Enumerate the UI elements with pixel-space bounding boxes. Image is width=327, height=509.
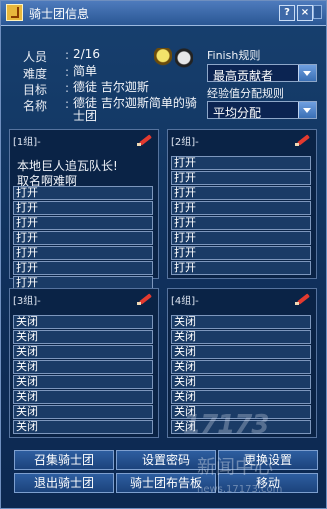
exp-rule-selected: 平均分配 [213, 106, 262, 120]
set-password-button[interactable]: 设置密码 [116, 450, 216, 470]
member-slot[interactable]: 打开 [13, 201, 153, 215]
name-label: 名称 [23, 99, 48, 113]
member-slot[interactable]: 打开 [171, 156, 311, 170]
member-slot[interactable]: 打开 [171, 246, 311, 260]
colon: : [65, 97, 70, 111]
group-panel-2: [2组]- 打开 打开 打开 打开 打开 打开 打开 打开 [167, 129, 317, 279]
leader-badge-icon [154, 48, 172, 70]
name-value: 德徒 吉尔迦斯简单的骑士团 [73, 96, 197, 123]
slot-list: 打开 打开 打开 打开 打开 打开 打开 [13, 186, 153, 291]
member-slot[interactable]: 关闭 [171, 345, 311, 359]
member-slot[interactable]: 关闭 [13, 360, 153, 374]
member-slot[interactable]: 打开 [13, 261, 153, 275]
chevron-down-icon[interactable] [298, 65, 316, 81]
finish-rule-label: Finish规则 [207, 49, 261, 62]
slot-list: 打开 打开 打开 打开 打开 打开 打开 打开 [171, 156, 311, 276]
member-slot[interactable]: 关闭 [13, 345, 153, 359]
group-panel-4: [4组]- 关闭 关闭 关闭 关闭 关闭 关闭 关闭 关闭 [167, 288, 317, 438]
colon: : [65, 81, 70, 95]
close-button[interactable]: × [297, 5, 313, 21]
pencil-edit-icon[interactable] [136, 292, 154, 306]
member-badge-icon [175, 48, 193, 70]
title-bar[interactable]: 骑士团信息 ? × [1, 1, 326, 26]
move-button[interactable]: 移动 [218, 473, 318, 493]
member-slot[interactable]: 关闭 [171, 315, 311, 329]
pencil-edit-icon[interactable] [294, 133, 312, 147]
member-slot[interactable]: 打开 [13, 231, 153, 245]
member-slot[interactable]: 打开 [171, 261, 311, 275]
order-board-button[interactable]: 骑士团布告板 [116, 473, 216, 493]
group-header: [4组]- [171, 296, 199, 307]
member-slot[interactable]: 打开 [171, 186, 311, 200]
member-slot[interactable]: 打开 [171, 201, 311, 215]
exp-rule-select[interactable]: 平均分配 [207, 101, 317, 120]
colon: : [65, 65, 70, 79]
member-slot[interactable]: 打开 [13, 246, 153, 260]
group-panel-3: [3组]- 关闭 关闭 关闭 关闭 关闭 关闭 关闭 关闭 [9, 288, 159, 438]
group-header: [2组]- [171, 137, 199, 148]
pencil-edit-icon[interactable] [294, 292, 312, 306]
help-button[interactable]: ? [279, 5, 295, 21]
target-label: 目标 [23, 83, 48, 97]
exp-rule-label: 经验值分配规则 [207, 87, 284, 100]
summon-order-button[interactable]: 召集骑士团 [14, 450, 114, 470]
slot-list: 关闭 关闭 关闭 关闭 关闭 关闭 关闭 关闭 [13, 315, 153, 435]
member-slot[interactable]: 关闭 [171, 390, 311, 404]
group-header: [3组]- [13, 296, 41, 307]
change-settings-button[interactable]: 更换设置 [218, 450, 318, 470]
member-slot[interactable]: 打开 [13, 216, 153, 230]
member-slot[interactable]: 打开 [171, 171, 311, 185]
rank-icons [154, 48, 196, 74]
difficulty-label: 难度 [23, 67, 48, 81]
member-slot[interactable]: 关闭 [171, 375, 311, 389]
member-slot[interactable]: 关闭 [171, 360, 311, 374]
target-value: 德徒 吉尔迦斯 [73, 80, 149, 94]
slot-list: 关闭 关闭 关闭 关闭 关闭 关闭 关闭 关闭 [171, 315, 311, 435]
member-slot[interactable]: 打开 [13, 186, 153, 200]
group-header: [1组]- [13, 137, 41, 148]
member-slot[interactable]: 关闭 [13, 405, 153, 419]
pencil-edit-icon[interactable] [136, 133, 154, 147]
member-slot[interactable]: 关闭 [171, 405, 311, 419]
member-slot[interactable]: 关闭 [171, 420, 311, 434]
member-slot[interactable]: 关闭 [13, 420, 153, 434]
window-title: 骑士团信息 [29, 7, 90, 21]
member-slot[interactable]: 关闭 [13, 390, 153, 404]
group-panel-1: [1组]- 本地巨人追瓦队长! 取名啊难啊 打开 打开 打开 打开 打开 打开 … [9, 129, 159, 290]
member-slot[interactable]: 关闭 [13, 330, 153, 344]
chevron-down-icon[interactable] [298, 102, 316, 118]
title-corner-decoration [313, 5, 322, 19]
colon: : [65, 48, 70, 62]
member-slot[interactable]: 关闭 [171, 330, 311, 344]
member-slot[interactable]: 关闭 [13, 375, 153, 389]
member-slot[interactable]: 打开 [171, 231, 311, 245]
leave-order-button[interactable]: 退出骑士团 [14, 473, 114, 493]
knight-order-info-window: 骑士团信息 ? × 人员 : 2/16 难度 : 简单 目标 : 德徒 吉尔迦斯… [0, 0, 327, 509]
finish-rule-select[interactable]: 最高贡献者 [207, 64, 317, 83]
finish-rule-selected: 最高贡献者 [213, 69, 274, 83]
member-slot[interactable]: 关闭 [13, 315, 153, 329]
knight-order-icon [6, 4, 23, 21]
member-slot[interactable]: 打开 [171, 216, 311, 230]
members-label: 人员 [23, 50, 48, 64]
